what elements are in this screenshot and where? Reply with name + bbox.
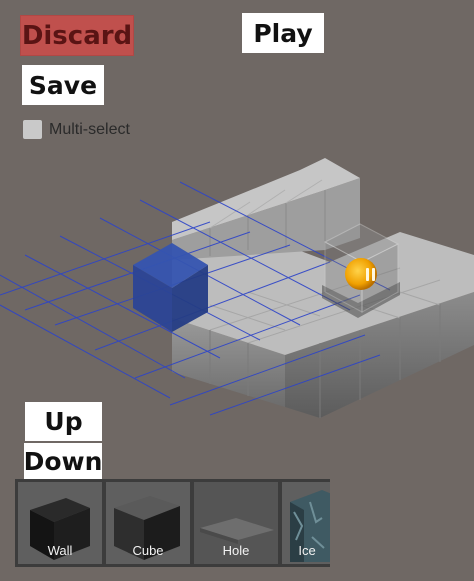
block-palette: Wall Cube Hole Ice <box>15 479 330 567</box>
palette-item-hole[interactable]: Hole <box>194 482 278 564</box>
palette-label-cube: Cube <box>132 543 164 558</box>
layer-up-button[interactable]: Up <box>25 402 102 441</box>
palette-item-ice[interactable]: Ice <box>282 482 330 564</box>
palette-label-wall: Wall <box>47 543 73 558</box>
palette-item-cube[interactable]: Cube <box>106 482 190 564</box>
palette-label-ice: Ice <box>298 543 316 558</box>
palette-label-hole: Hole <box>222 543 250 558</box>
layer-down-button[interactable]: Down <box>24 443 102 479</box>
palette-item-wall[interactable]: Wall <box>18 482 102 564</box>
